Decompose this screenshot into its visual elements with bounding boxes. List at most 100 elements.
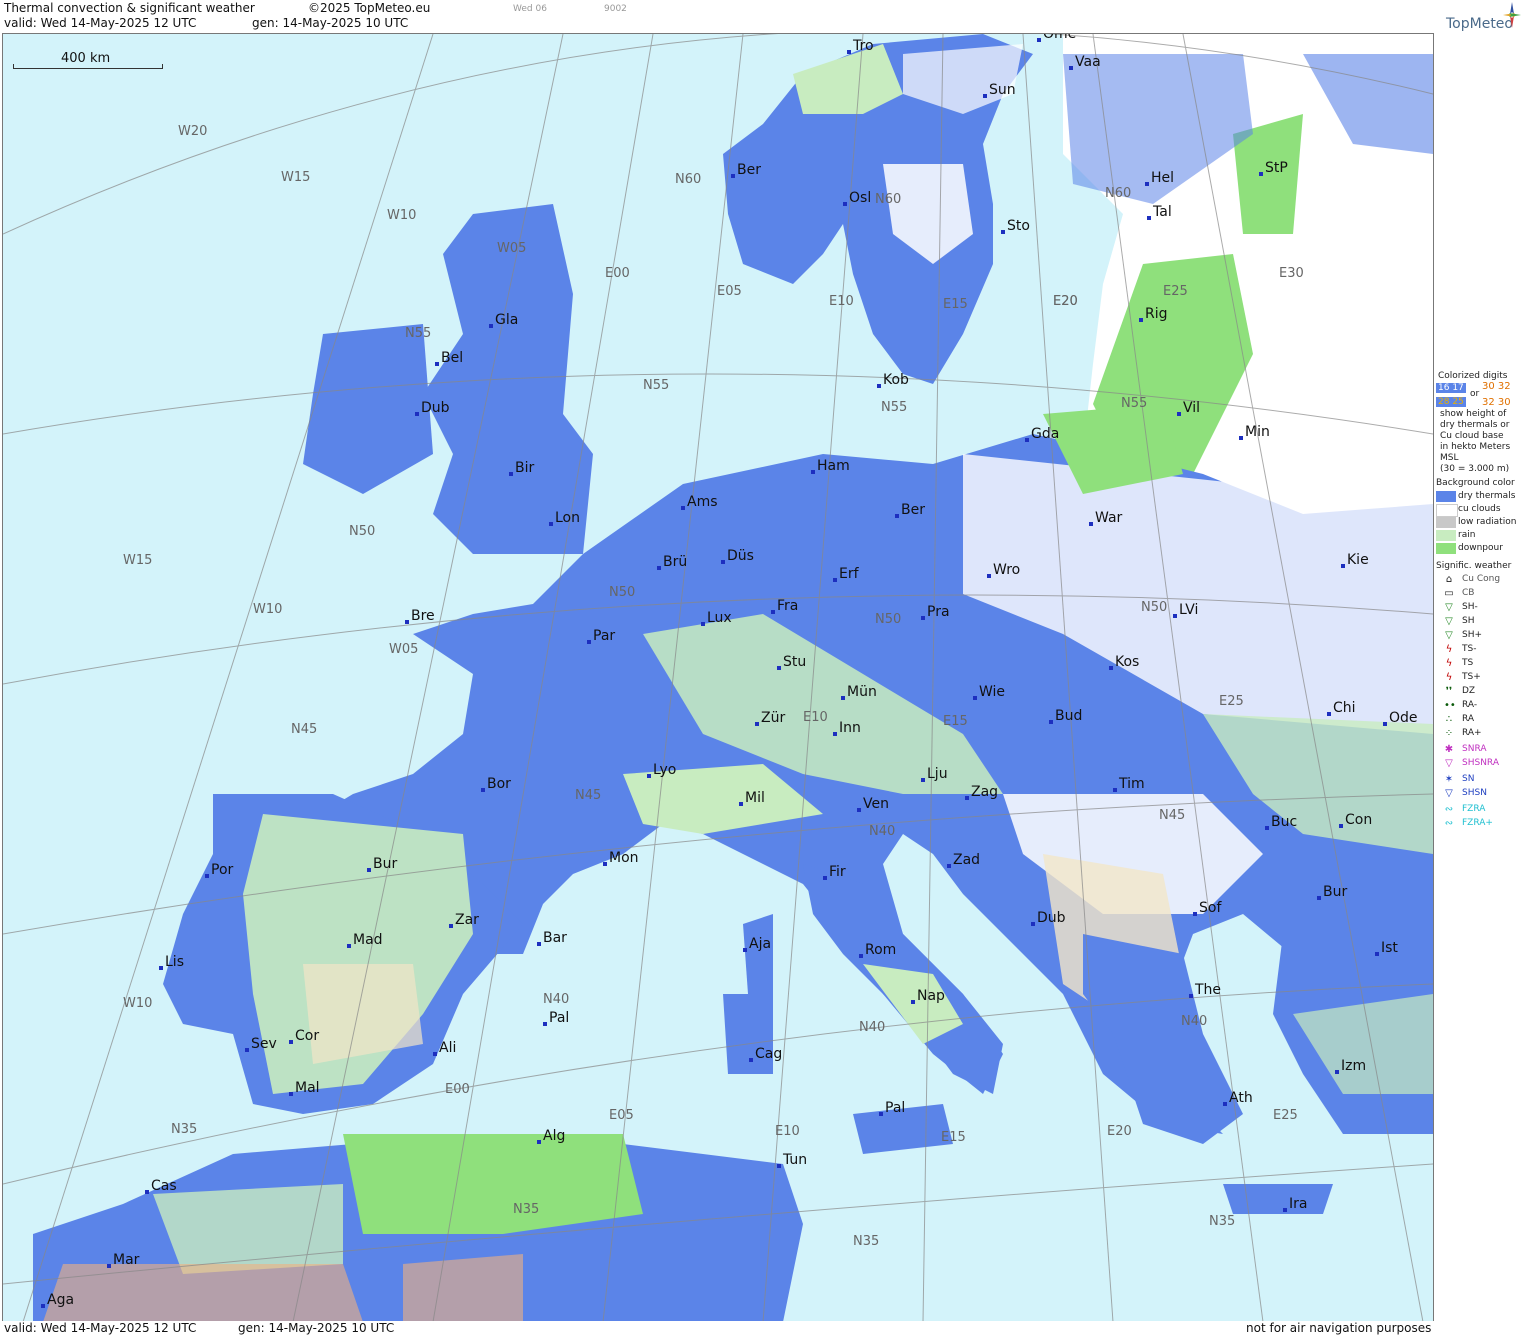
city-label[interactable]: Lyo bbox=[646, 762, 676, 778]
city-label[interactable]: Mal bbox=[289, 1080, 320, 1096]
city-label[interactable]: Sun bbox=[983, 82, 1016, 98]
city-label[interactable]: Lux bbox=[701, 610, 732, 626]
city-label[interactable]: Erf bbox=[833, 566, 859, 582]
city-label[interactable]: Lon bbox=[549, 510, 580, 526]
city-label[interactable]: Zag bbox=[964, 784, 998, 800]
city-label[interactable]: Düs bbox=[721, 548, 754, 564]
city-label[interactable]: Fra bbox=[770, 598, 798, 614]
grid-label: W10 bbox=[123, 996, 153, 1011]
legend-bg-label: cu clouds bbox=[1458, 504, 1501, 514]
city-label[interactable]: Pra bbox=[921, 604, 950, 620]
valid-time: valid: Wed 14-May-2025 12 UTC bbox=[4, 16, 197, 30]
city-label[interactable]: Bel bbox=[434, 350, 463, 366]
city-label[interactable]: Mün bbox=[841, 684, 877, 700]
city-label[interactable]: Tal bbox=[1147, 204, 1172, 220]
city-label[interactable]: Buc bbox=[1264, 814, 1297, 830]
grid-label: N40 bbox=[1181, 1014, 1208, 1029]
city-label[interactable]: StP bbox=[1259, 160, 1288, 176]
city-label[interactable]: Bur bbox=[1316, 884, 1347, 900]
city-label[interactable]: Pal bbox=[542, 1010, 569, 1026]
city-label[interactable]: Osl bbox=[842, 190, 871, 206]
city-label[interactable]: Ams bbox=[681, 494, 718, 510]
city-label[interactable]: Rom bbox=[858, 942, 896, 958]
cb-icon: ▭ bbox=[1444, 588, 1454, 599]
city-label[interactable]: Aga bbox=[40, 1292, 74, 1308]
footer-disclaimer: not for air navigation purposes bbox=[1246, 1321, 1432, 1335]
city-label[interactable]: Tim bbox=[1113, 776, 1145, 792]
city-label[interactable]: War bbox=[1088, 510, 1122, 526]
city-label[interactable]: Mon bbox=[603, 850, 639, 866]
city-label[interactable]: Nap bbox=[911, 988, 945, 1004]
grid-label: W10 bbox=[253, 602, 283, 617]
city-label[interactable]: Aja bbox=[742, 936, 771, 952]
legend-sig-label: TS bbox=[1462, 658, 1474, 668]
city-label[interactable]: Bre bbox=[405, 608, 435, 624]
city-label[interactable]: Sof bbox=[1192, 900, 1221, 916]
city-label[interactable]: Bor bbox=[481, 776, 511, 792]
city-label[interactable]: Hel bbox=[1144, 170, 1174, 186]
city-label[interactable]: Lis bbox=[159, 954, 184, 970]
city-label[interactable]: Inn bbox=[833, 720, 861, 736]
city-label[interactable]: Ode bbox=[1383, 710, 1418, 726]
city-label[interactable]: Zar bbox=[449, 912, 479, 928]
city-label[interactable]: Sev bbox=[245, 1036, 277, 1052]
grid-label: W15 bbox=[123, 553, 153, 568]
city-label[interactable]: Cor bbox=[288, 1028, 319, 1044]
city-label[interactable]: Lju bbox=[921, 766, 948, 782]
city-label[interactable]: Min bbox=[1239, 424, 1270, 440]
city-label[interactable]: Ali bbox=[432, 1040, 456, 1056]
city-label[interactable]: The bbox=[1188, 982, 1221, 998]
city-label[interactable]: Con bbox=[1338, 812, 1372, 828]
city-label[interactable]: Ira bbox=[1282, 1196, 1307, 1212]
city-label[interactable]: Chi bbox=[1327, 700, 1356, 716]
city-label[interactable]: Ist bbox=[1375, 940, 1398, 956]
city-label[interactable]: Cas bbox=[145, 1178, 177, 1194]
city-label[interactable]: Ven bbox=[857, 796, 889, 812]
city-label[interactable]: Dub bbox=[415, 400, 450, 416]
city-label[interactable]: Tun bbox=[776, 1152, 807, 1168]
city-label[interactable]: Dub bbox=[1031, 910, 1066, 926]
city-label[interactable]: Kob bbox=[877, 372, 909, 388]
city-label[interactable]: Pal bbox=[878, 1100, 905, 1116]
city-label[interactable]: Zür bbox=[754, 710, 785, 726]
city-label[interactable]: Izm bbox=[1334, 1058, 1366, 1074]
city-label[interactable]: Bur bbox=[366, 856, 397, 872]
legend-sig-label: TS+ bbox=[1462, 672, 1481, 682]
grid-label: E05 bbox=[717, 284, 742, 299]
city-label[interactable]: Tro bbox=[847, 38, 874, 54]
city-label[interactable]: Gla bbox=[488, 312, 518, 328]
city-label[interactable]: Por bbox=[204, 862, 233, 878]
city-label[interactable]: Wro bbox=[986, 562, 1020, 578]
city-label[interactable]: Cag bbox=[748, 1046, 782, 1062]
city-label[interactable]: Bar bbox=[537, 930, 567, 946]
city-label[interactable]: Kos bbox=[1108, 654, 1139, 670]
city-label[interactable]: Mad bbox=[347, 932, 383, 948]
city-label[interactable]: Mil bbox=[739, 790, 765, 806]
city-label[interactable]: Wie bbox=[972, 684, 1005, 700]
city-label[interactable]: Ome bbox=[1036, 34, 1076, 42]
city-label[interactable]: Kie bbox=[1341, 552, 1369, 568]
city-label[interactable]: Brü bbox=[656, 554, 687, 570]
grid-label: N35 bbox=[1209, 1214, 1236, 1229]
city-label[interactable]: Rig bbox=[1139, 306, 1168, 322]
city-label[interactable]: Par bbox=[586, 628, 615, 644]
weather-map[interactable]: 400 km W20 W15 W10 W05 E00 E05 E10 E15 E… bbox=[2, 33, 1434, 1323]
city-label[interactable]: Bir bbox=[508, 460, 534, 476]
city-label[interactable]: Stu bbox=[776, 654, 806, 670]
city-label[interactable]: LVi bbox=[1172, 602, 1198, 618]
grid-label: E15 bbox=[943, 297, 968, 312]
city-label[interactable]: Gda bbox=[1024, 426, 1059, 442]
city-label[interactable]: Zad bbox=[946, 852, 980, 868]
city-label[interactable]: Ath bbox=[1223, 1090, 1253, 1106]
city-label[interactable]: Bud bbox=[1048, 708, 1082, 724]
city-label[interactable]: Sto bbox=[1001, 218, 1030, 234]
city-label[interactable]: Mar bbox=[106, 1252, 139, 1268]
city-label[interactable]: Ham bbox=[811, 458, 850, 474]
city-label[interactable]: Vaa bbox=[1069, 54, 1101, 70]
city-label[interactable]: Ber bbox=[731, 162, 761, 178]
grid-label: E10 bbox=[829, 294, 854, 309]
city-label[interactable]: Fir bbox=[823, 864, 846, 880]
city-label[interactable]: Vil bbox=[1176, 400, 1200, 416]
city-label[interactable]: Ber bbox=[895, 502, 925, 518]
city-label[interactable]: Alg bbox=[536, 1128, 565, 1144]
